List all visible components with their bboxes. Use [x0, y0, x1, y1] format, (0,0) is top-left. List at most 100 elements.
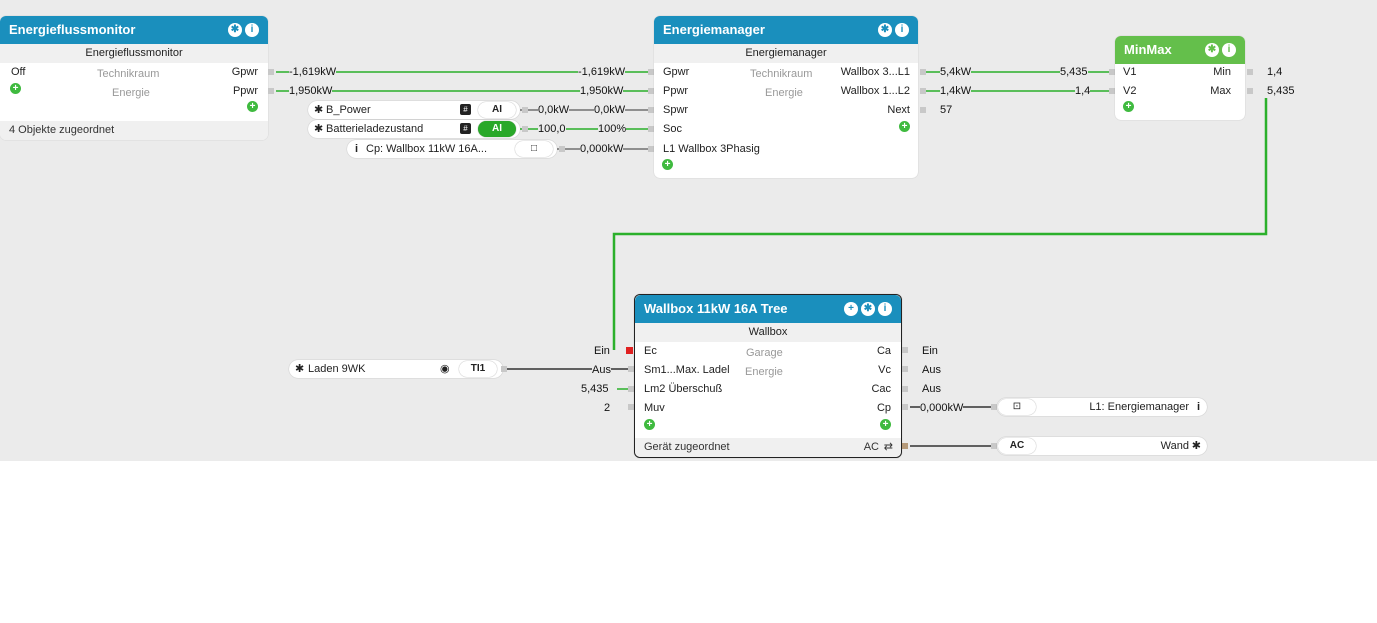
output-vc[interactable]: Vc: [878, 362, 891, 378]
value-cac-out: Aus: [922, 383, 941, 395]
port-cp[interactable]: [559, 146, 565, 152]
room-label: Garage: [746, 347, 783, 359]
value-spwr-a: 0,0kW: [538, 103, 570, 117]
cp-label: Cp: Wallbox 11kW 16A...: [366, 143, 488, 155]
input-l1[interactable]: L1 Wallbox 3Phasig: [663, 141, 760, 157]
link-icon[interactable]: ⇄: [884, 438, 893, 457]
category-label: Energie: [765, 87, 803, 99]
l1-badge[interactable]: ⊡: [998, 399, 1036, 415]
output-next[interactable]: Next: [887, 102, 910, 118]
input-v1[interactable]: V1: [1123, 64, 1136, 80]
port-batt[interactable]: [522, 126, 528, 132]
value-gpwr-right: -1,619kW: [578, 65, 626, 79]
output-gpwr[interactable]: Gpwr: [232, 64, 258, 80]
gear-icon[interactable]: ✱: [861, 302, 875, 316]
port-ppwr-out[interactable]: [268, 88, 274, 94]
block-subtitle: Wallbox: [635, 323, 901, 342]
port-gpwr-out[interactable]: [268, 69, 274, 75]
laden-badge[interactable]: TI1: [459, 361, 497, 377]
input-v2[interactable]: V2: [1123, 83, 1136, 99]
info-icon[interactable]: i: [895, 23, 909, 37]
block-header[interactable]: Energieflussmonitor ✱ i: [0, 16, 268, 44]
port-em-l1-out[interactable]: [920, 69, 926, 75]
add-output-icon[interactable]: +: [247, 101, 258, 112]
config-canvas[interactable]: Energieflussmonitor ✱ i Energieflussmonit…: [0, 0, 1377, 461]
input-sm[interactable]: Sm1...Max. Ladel: [644, 362, 730, 378]
port-em-next-out[interactable]: [920, 107, 926, 113]
add-input-icon[interactable]: +: [10, 83, 21, 94]
output-l1[interactable]: Wallbox 3...L1: [841, 64, 910, 80]
laden-object[interactable]: ✱ Laden 9WK ◉ TI1: [289, 360, 503, 378]
block-header[interactable]: Energiemanager ✱ i: [654, 16, 918, 44]
add-output-icon[interactable]: +: [899, 121, 910, 132]
value-ppwr-left: 1,950kW: [289, 84, 333, 98]
port-max-out[interactable]: [1247, 88, 1253, 94]
add-output-icon[interactable]: +: [880, 419, 891, 430]
port-ac-out[interactable]: [902, 443, 908, 449]
info-icon[interactable]: i: [1222, 43, 1236, 57]
output-cp[interactable]: Cp: [877, 400, 891, 416]
gear-icon[interactable]: ✱: [878, 23, 892, 37]
wallbox-block[interactable]: Wallbox 11kW 16A Tree + ✱ i Wallbox Ec Sm1…: [634, 294, 902, 458]
ac-wand-object[interactable]: AC Wand ✱: [997, 437, 1207, 455]
add-input-icon[interactable]: +: [662, 159, 673, 170]
label-aus: Aus: [592, 363, 611, 377]
category-label: Energie: [745, 366, 783, 378]
output-l2[interactable]: Wallbox 1...L2: [841, 83, 910, 99]
port-cp-out[interactable]: [902, 404, 908, 410]
input-gpwr[interactable]: Gpwr: [663, 64, 689, 80]
batt-badge[interactable]: AI: [478, 121, 516, 137]
footer-ac: AC: [863, 441, 879, 453]
port-ec-active[interactable]: [626, 347, 633, 354]
bpower-label: B_Power: [326, 104, 371, 116]
batterieladezustand-object[interactable]: ✱ Batterieladezustand # AI: [308, 120, 520, 138]
add-input-icon[interactable]: +: [1123, 101, 1134, 112]
hash-icon: #: [460, 104, 471, 115]
info-icon[interactable]: i: [245, 23, 259, 37]
cp-object[interactable]: i Cp: Wallbox 11kW 16A... □: [347, 140, 557, 158]
input-ppwr[interactable]: Ppwr: [663, 83, 688, 99]
port-ca-out[interactable]: [902, 347, 908, 353]
block-header[interactable]: MinMax ✱ i: [1115, 36, 1245, 64]
port-min-out[interactable]: [1247, 69, 1253, 75]
value-min-out: 1,4: [1267, 66, 1283, 78]
port-em-l2-out[interactable]: [920, 88, 926, 94]
toggle-icon[interactable]: ◉: [440, 360, 450, 378]
bpower-badge[interactable]: AI: [478, 102, 516, 118]
input-ec[interactable]: Ec: [644, 343, 657, 359]
energiemanager-block[interactable]: Energiemanager ✱ i Energiemanager Gpwr Pp…: [654, 16, 918, 178]
output-ppwr[interactable]: Ppwr: [233, 83, 258, 99]
energieflussmonitor-block[interactable]: Energieflussmonitor ✱ i Energieflussmonit…: [0, 16, 268, 140]
gear-icon[interactable]: ✱: [228, 23, 242, 37]
port-laden[interactable]: [501, 366, 507, 372]
value-ca-out: Ein: [922, 345, 938, 357]
input-spwr[interactable]: Spwr: [663, 102, 688, 118]
ac-badge[interactable]: AC: [998, 438, 1036, 454]
add-icon[interactable]: +: [844, 302, 858, 316]
gear-icon[interactable]: ✱: [1205, 43, 1219, 57]
input-off: Off: [11, 66, 26, 78]
input-lm2[interactable]: Lm2 Überschuß: [644, 381, 722, 397]
port-cac-out[interactable]: [902, 386, 908, 392]
output-min[interactable]: Min: [1213, 64, 1231, 80]
add-input-icon[interactable]: +: [644, 419, 655, 430]
input-muv[interactable]: Muv: [644, 400, 665, 416]
info-icon[interactable]: i: [878, 302, 892, 316]
value-spwr-b: 0,0kW: [594, 103, 626, 117]
cp-badge[interactable]: □: [515, 141, 553, 157]
port-bpower[interactable]: [522, 107, 528, 113]
info-icon: i: [355, 143, 359, 155]
l1-energiemanager-object[interactable]: ⊡ L1: Energiemanager i: [997, 398, 1207, 416]
minmax-block[interactable]: MinMax ✱ i V1 V2 Min Max +: [1115, 36, 1245, 120]
bpower-object[interactable]: ✱ B_Power # AI: [308, 101, 520, 119]
output-ca[interactable]: Ca: [877, 343, 891, 359]
output-cac[interactable]: Cac: [871, 381, 891, 397]
value-gpwr-left: -1,619kW: [289, 65, 337, 79]
value-l1-out: 5,4kW: [940, 65, 972, 79]
block-header[interactable]: Wallbox 11kW 16A Tree + ✱ i: [635, 295, 901, 323]
port-vc-out[interactable]: [902, 366, 908, 372]
category-label: Energie: [112, 87, 150, 99]
output-max[interactable]: Max: [1210, 83, 1231, 99]
input-soc[interactable]: Soc: [663, 121, 682, 137]
value-ppwr-right: 1,950kW: [580, 84, 624, 98]
